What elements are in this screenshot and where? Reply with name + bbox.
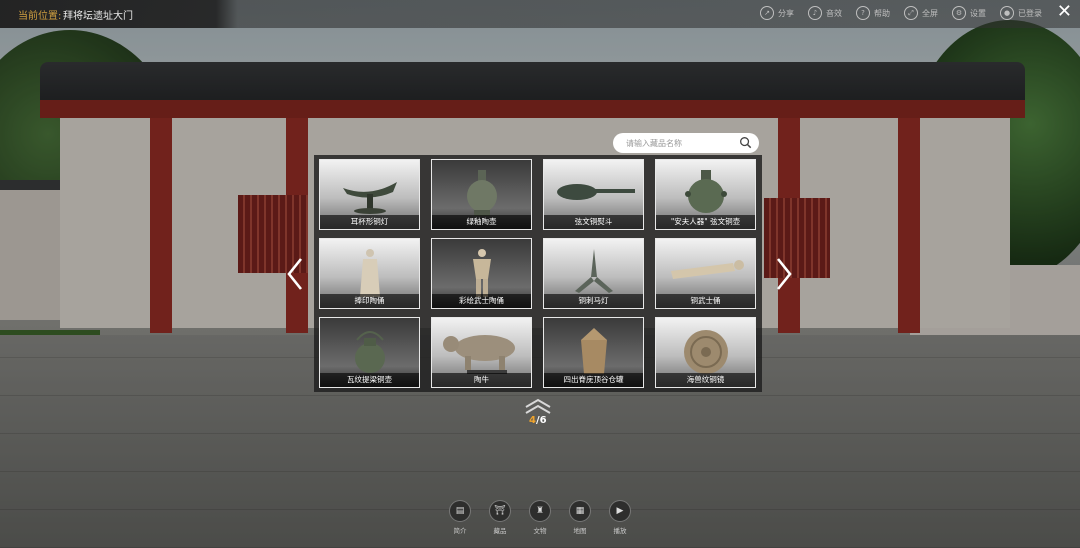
sound-icon: ♪ <box>808 6 822 20</box>
prev-page-arrow[interactable] <box>284 255 306 293</box>
dock-artifact-button[interactable]: ♜ 文物 <box>529 500 551 535</box>
sound-label: 音效 <box>826 8 842 18</box>
help-button[interactable]: ? 帮助 <box>856 6 890 20</box>
gallery-item-caption: 彩绘武士陶俑 <box>432 294 531 308</box>
chevron-right-icon <box>776 258 792 290</box>
play-icon: ▶ <box>609 500 631 522</box>
gallery-item[interactable]: 绿釉陶壶 <box>431 159 532 230</box>
next-page-arrow[interactable] <box>773 255 795 293</box>
current-page: 4 <box>529 415 536 426</box>
fullscreen-button[interactable]: ⤢ 全屏 <box>904 6 938 20</box>
dock-map-button[interactable]: ▦ 地图 <box>569 500 591 535</box>
figurine-image <box>359 249 380 297</box>
collection-gallery: 耳杯形铜灯 绿釉陶壶 弦文铜熨斗 "安夫人器" 弦文铜壶 捧印陶俑 彩绘武士陶俑… <box>314 155 762 392</box>
dock-label: 藏品 <box>493 527 507 535</box>
bronze-spike-image <box>574 249 613 293</box>
gallery-item-caption: 弦文铜熨斗 <box>544 215 643 229</box>
handled-pot-image <box>354 331 385 373</box>
help-icon: ? <box>856 6 870 20</box>
settings-label: 设置 <box>970 8 986 18</box>
dock-intro-button[interactable]: ▤ 简介 <box>449 500 471 535</box>
chevron-left-icon <box>287 258 303 290</box>
gallery-grid: 耳杯形铜灯 绿釉陶壶 弦文铜熨斗 "安夫人器" 弦文铜壶 捧印陶俑 彩绘武士陶俑… <box>319 159 756 388</box>
gallery-item[interactable]: 捧印陶俑 <box>319 238 420 309</box>
fullscreen-label: 全屏 <box>922 8 938 18</box>
chevron-up-icon[interactable] <box>523 397 553 415</box>
collection-icon: ⛩ <box>489 500 511 522</box>
gallery-item[interactable]: 瓦纹提梁铜壶 <box>319 317 420 388</box>
location-label: 当前位置: <box>18 11 62 22</box>
dock-collection-button[interactable]: ⛩ 藏品 <box>489 500 511 535</box>
gallery-item[interactable]: 陶牛 <box>431 317 532 388</box>
gallery-item-caption: 耳杯形铜灯 <box>320 215 419 229</box>
reclining-figure-image <box>670 260 744 279</box>
gallery-item-caption: "安夫人器" 弦文铜壶 <box>656 215 755 229</box>
bronze-pot-image <box>684 170 727 213</box>
top-bar: 当前位置: 拜将坛遗址大门 ↗ 分享 ♪ 音效 ? 帮助 ⤢ 全屏 ⚙ 设置 ●… <box>0 0 1080 28</box>
map-icon: ▦ <box>569 500 591 522</box>
share-icon: ↗ <box>760 6 774 20</box>
dock-label: 地图 <box>573 527 587 535</box>
gallery-item[interactable]: 彩绘武士陶俑 <box>431 238 532 309</box>
gallery-item-caption: 绿釉陶壶 <box>432 215 531 229</box>
gallery-item[interactable]: 四出脊庑顶谷仓罐 <box>543 317 644 388</box>
fullscreen-icon: ⤢ <box>904 6 918 20</box>
toolbar: ↗ 分享 ♪ 音效 ? 帮助 ⤢ 全屏 ⚙ 设置 ● 已登录 <box>760 6 1042 20</box>
granary-jar-image <box>580 328 607 374</box>
bronze-mirror-image <box>683 330 728 374</box>
dock-label: 简介 <box>453 527 467 535</box>
gallery-item[interactable]: "安夫人器" 弦文铜壶 <box>655 159 756 230</box>
settings-button[interactable]: ⚙ 设置 <box>952 6 986 20</box>
gallery-item-caption: 铜武士俑 <box>656 294 755 308</box>
gallery-item[interactable]: 耳杯形铜灯 <box>319 159 420 230</box>
user-label: 已登录 <box>1018 8 1042 18</box>
gallery-item[interactable]: 铜刺马灯 <box>543 238 644 309</box>
lamp-artifact-image <box>342 182 397 214</box>
help-label: 帮助 <box>874 8 890 18</box>
gallery-item-caption: 海兽纹铜镜 <box>656 373 755 387</box>
pottery-ox-image <box>442 335 515 374</box>
gallery-item-caption: 四出脊庑顶谷仓罐 <box>544 373 643 387</box>
location-value: 拜将坛遗址大门 <box>63 11 133 22</box>
share-label: 分享 <box>778 8 794 18</box>
search-icon[interactable] <box>739 136 752 149</box>
total-pages: /6 <box>535 415 547 426</box>
gallery-item[interactable]: 铜武士俑 <box>655 238 756 309</box>
pottery-pot-image <box>466 170 497 216</box>
page-indicator: 4/6 <box>529 415 547 426</box>
search-box <box>613 133 759 153</box>
dock-label: 文物 <box>533 527 547 535</box>
user-icon: ● <box>1000 6 1014 20</box>
dock-label: 播放 <box>613 527 627 535</box>
iron-artifact-image <box>556 184 635 200</box>
gallery-item-caption: 瓦纹提梁铜壶 <box>320 373 419 387</box>
gallery-item[interactable]: 海兽纹铜镜 <box>655 317 756 388</box>
dock-play-button[interactable]: ▶ 播放 <box>609 500 631 535</box>
sound-button[interactable]: ♪ 音效 <box>808 6 842 20</box>
gallery-item[interactable]: 弦文铜熨斗 <box>543 159 644 230</box>
bottom-dock: ▤ 简介 ⛩ 藏品 ♜ 文物 ▦ 地图 ▶ 播放 <box>449 500 631 535</box>
artifact-icon: ♜ <box>529 500 551 522</box>
share-button[interactable]: ↗ 分享 <box>760 6 794 20</box>
gallery-item-caption: 捧印陶俑 <box>320 294 419 308</box>
close-icon[interactable]: ✕ <box>1057 3 1072 21</box>
search-input[interactable] <box>624 137 738 149</box>
book-icon: ▤ <box>449 500 471 522</box>
settings-icon: ⚙ <box>952 6 966 20</box>
gallery-item-caption: 陶牛 <box>432 373 531 387</box>
gallery-item-caption: 铜刺马灯 <box>544 294 643 308</box>
warrior-figurine-image <box>472 249 491 297</box>
user-button[interactable]: ● 已登录 <box>1000 6 1042 20</box>
